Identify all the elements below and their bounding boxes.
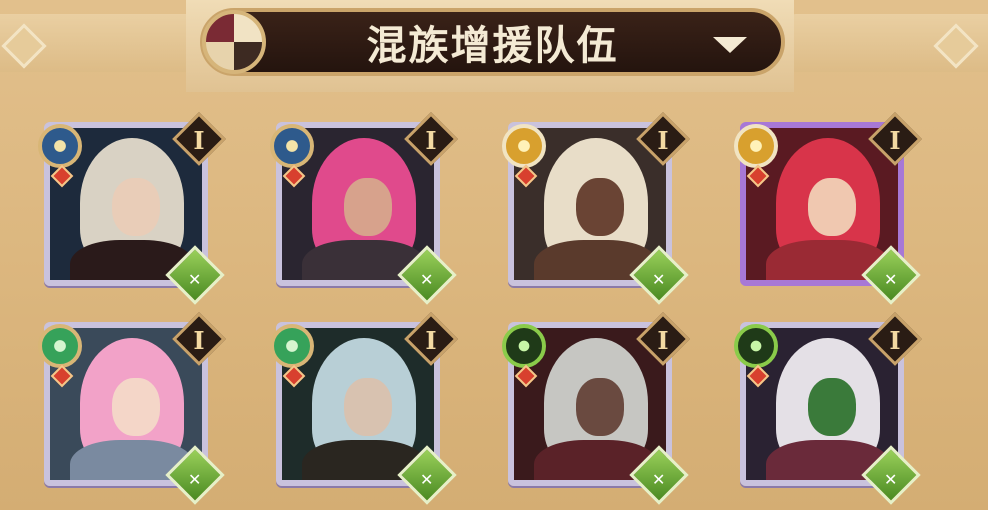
graveborn-faction-icon: [502, 324, 546, 368]
graveborn-faction-icon: [734, 324, 778, 368]
lightbearer-faction-icon: [270, 124, 314, 168]
hero-card[interactable]: I ✕: [270, 312, 458, 505]
class-glyph-icon: ✕: [652, 470, 666, 489]
rank-numeral: I: [193, 326, 205, 355]
rank-numeral: I: [657, 326, 669, 355]
class-glyph-icon: ✕: [188, 270, 202, 289]
hero-card[interactable]: I ✕: [734, 312, 922, 505]
lightbearer-faction-icon: [38, 124, 82, 168]
hero-card[interactable]: I ✕: [38, 312, 226, 505]
class-glyph-icon: ✕: [884, 270, 898, 289]
hero-card[interactable]: I ✕: [502, 312, 690, 505]
hero-card[interactable]: I ✕: [270, 112, 458, 305]
wilder-faction-icon: [38, 324, 82, 368]
rank-numeral: I: [425, 126, 437, 155]
class-glyph-icon: ✕: [420, 270, 434, 289]
wilder-faction-icon: [270, 324, 314, 368]
team-title: 混族增援队伍: [366, 23, 619, 69]
class-glyph-icon: ✕: [652, 270, 666, 289]
rank-numeral: I: [889, 126, 901, 155]
chevron-down-icon[interactable]: [713, 37, 747, 53]
hero-card[interactable]: I ✕: [734, 112, 922, 305]
rank-numeral: I: [657, 126, 669, 155]
hero-card[interactable]: I ✕: [502, 112, 690, 305]
celestial-faction-icon: [734, 124, 778, 168]
rank-numeral: I: [425, 326, 437, 355]
class-glyph-icon: ✕: [884, 470, 898, 489]
celestial-faction-icon: [502, 124, 546, 168]
hero-card[interactable]: I ✕: [38, 112, 226, 305]
rank-numeral: I: [193, 126, 205, 155]
team-selector-dropdown[interactable]: 混族增援队伍: [200, 8, 785, 76]
class-glyph-icon: ✕: [188, 470, 202, 489]
rank-numeral: I: [889, 326, 901, 355]
class-glyph-icon: ✕: [420, 470, 434, 489]
